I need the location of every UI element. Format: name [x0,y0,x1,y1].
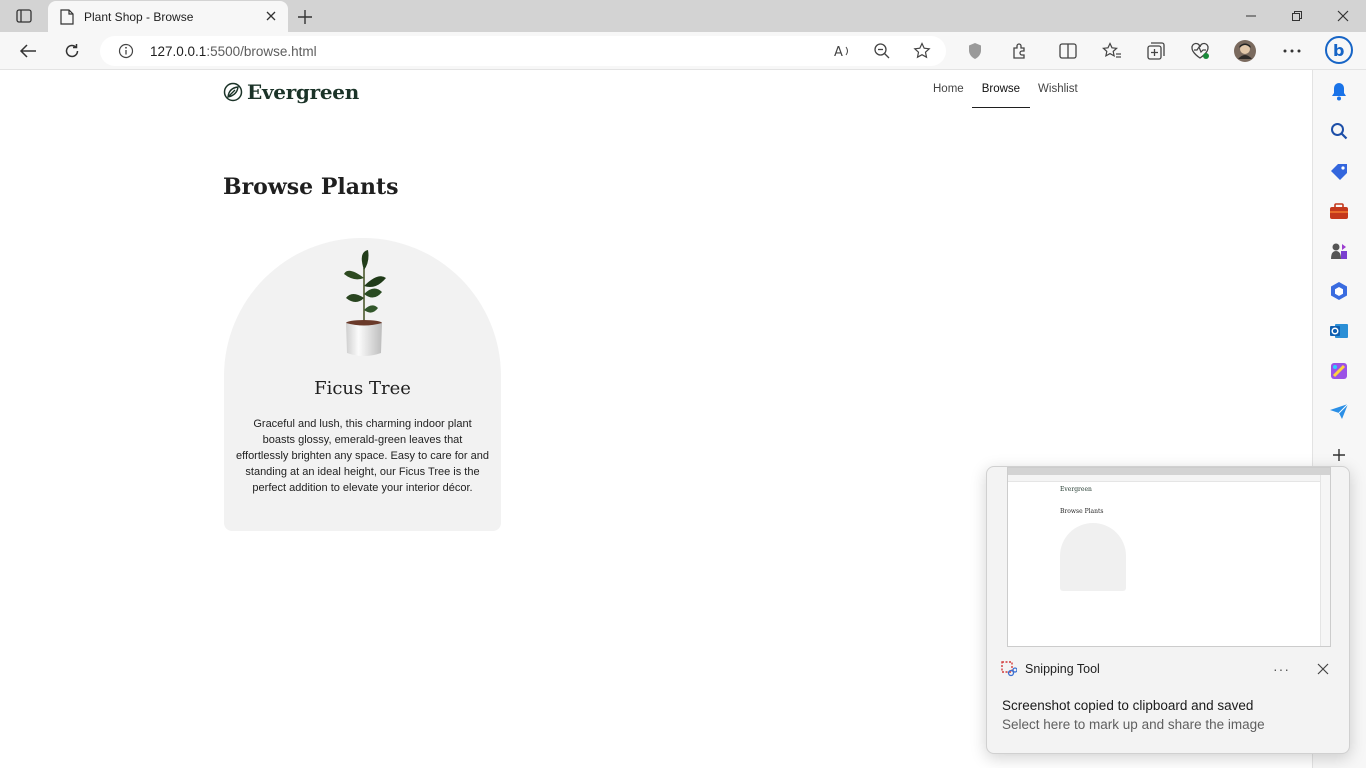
ficus-plant-image [344,250,386,356]
page-title: Browse Plants [223,174,399,200]
nav-browse-link[interactable]: Browse [971,83,1031,108]
read-aloud-icon[interactable]: A [832,42,852,60]
shield-icon[interactable] [963,40,987,62]
new-tab-icon[interactable] [294,6,316,28]
notification-bell-icon[interactable] [1328,80,1350,102]
copilot-icon[interactable]: b [1324,35,1354,65]
games-icon[interactable] [1328,240,1350,262]
snipping-tool-icon [1001,661,1017,677]
brand-name: Evergreen [247,80,359,104]
screenshot-thumbnail[interactable]: Evergreen Browse Plants [1007,467,1331,647]
minimize-icon[interactable] [1240,6,1262,26]
url-path: :5500/browse.html [206,44,317,59]
toast-close-icon[interactable] [1317,663,1329,675]
svg-text:b: b [1333,41,1344,60]
product-description: Graceful and lush, this charming indoor … [236,418,489,494]
tools-briefcase-icon[interactable] [1328,200,1350,222]
favorite-star-icon[interactable] [912,42,932,60]
search-icon[interactable] [1328,120,1350,142]
page-icon [60,8,74,25]
site-info-icon[interactable] [118,43,134,59]
more-options-icon[interactable] [1280,40,1304,62]
send-arrow-icon[interactable] [1328,400,1350,422]
outlook-icon[interactable] [1328,320,1350,342]
close-tab-icon[interactable] [264,9,278,23]
add-sidebar-icon[interactable] [1328,444,1350,466]
tab-actions-icon[interactable] [12,6,36,26]
microsoft-365-icon[interactable] [1328,280,1350,302]
refresh-icon[interactable] [60,40,84,62]
toast-app-label: Snipping Tool [1001,661,1100,677]
browser-tab-bar: Plant Shop - Browse [0,0,1366,32]
thumbnail-sidebar [1320,475,1330,646]
toast-subtext: Select here to mark up and share the ima… [1002,717,1265,732]
profile-avatar[interactable] [1233,40,1257,62]
snipping-tool-notification[interactable]: Evergreen Browse Plants Snipping Tool ··… [986,466,1350,754]
zoom-out-icon[interactable] [872,42,892,60]
tab-title: Plant Shop - Browse [84,9,194,24]
favorites-icon[interactable] [1100,40,1124,62]
performance-icon[interactable] [1188,40,1212,62]
browser-tab-active[interactable]: Plant Shop - Browse [48,1,288,32]
toast-more-options[interactable]: ··· [1273,661,1290,677]
site-logo[interactable]: Evergreen [223,80,359,104]
close-window-icon[interactable] [1332,6,1354,26]
nav-wishlist-link[interactable]: Wishlist [1030,83,1086,108]
browser-toolbar: 127.0.0.1:5500/browse.html A b [0,32,1366,70]
extensions-icon[interactable] [1007,40,1031,62]
shopping-tag-icon[interactable] [1328,160,1350,182]
url-text: 127.0.0.1:5500/browse.html [150,44,317,59]
collections-icon[interactable] [1144,40,1168,62]
back-icon[interactable] [16,40,40,62]
leaf-icon [223,82,243,102]
product-card[interactable]: Ficus Tree Graceful and lush, this charm… [224,238,501,531]
restore-icon[interactable] [1286,6,1308,26]
svg-text:A: A [834,45,843,59]
thumbnail-card [1060,523,1126,591]
designer-icon[interactable] [1328,360,1350,382]
main-nav: Home Browse Wishlist [925,83,1086,108]
split-screen-icon[interactable] [1056,40,1080,62]
toast-app-name: Snipping Tool [1025,662,1100,676]
toast-message: Screenshot copied to clipboard and saved [1002,698,1254,713]
product-name: Ficus Tree [314,378,411,399]
address-bar[interactable]: 127.0.0.1:5500/browse.html A [100,36,946,66]
thumbnail-brand: Evergreen [1060,486,1092,493]
url-host: 127.0.0.1 [150,44,207,59]
thumbnail-title: Browse Plants [1060,508,1104,515]
nav-home-link[interactable]: Home [925,83,972,108]
